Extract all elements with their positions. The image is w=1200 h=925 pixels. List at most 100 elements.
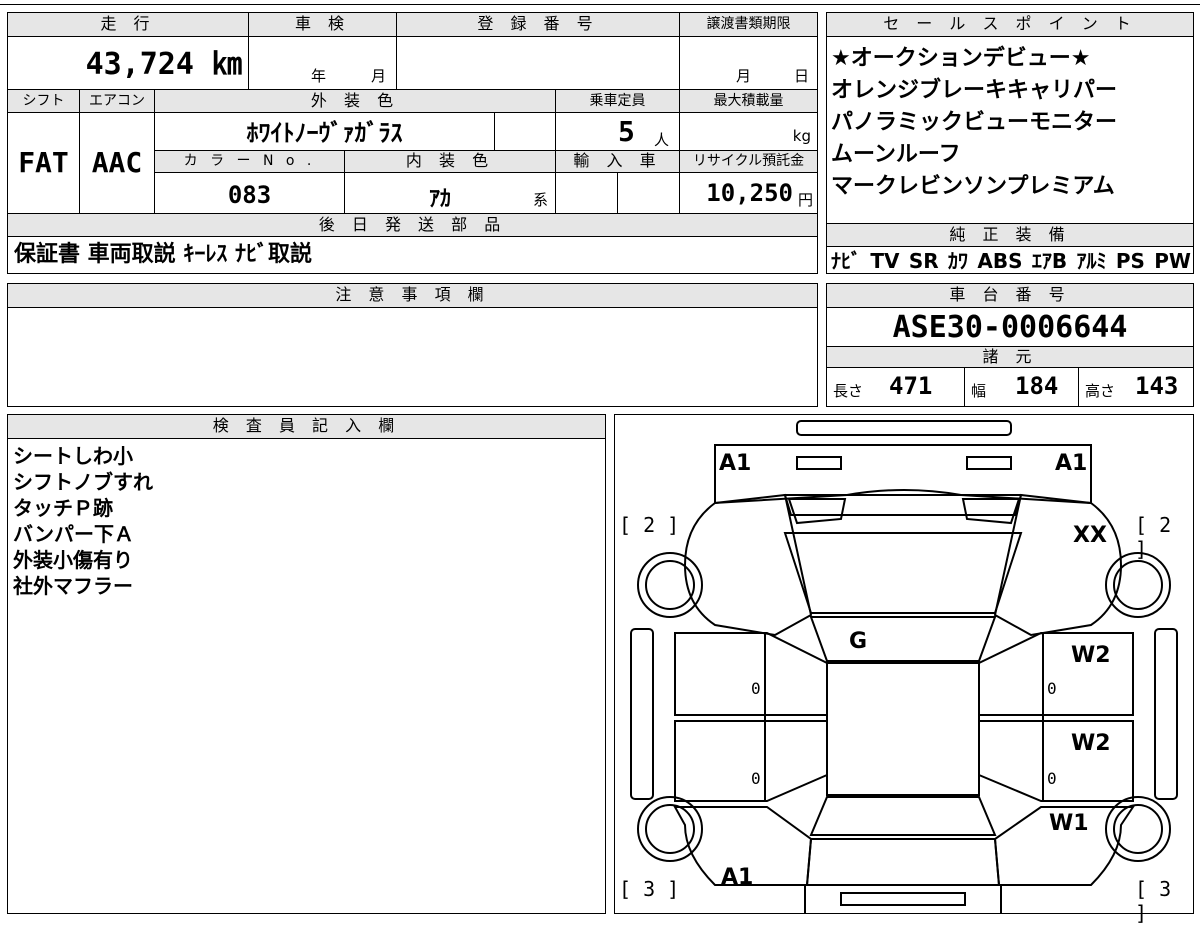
equipment-item: SR (908, 249, 939, 273)
wheel-front-left (637, 552, 703, 618)
corner-number-top-left: [ 2 ] (619, 513, 680, 537)
rear-window (809, 796, 997, 836)
inspector-label: 検 査 員 記 入 欄 (8, 415, 605, 439)
transfer-month-unit: 月 (736, 67, 752, 85)
exterior-color-extra (495, 113, 556, 151)
mark-door-right-front: W2 (1071, 643, 1111, 668)
equipment-item: TV (870, 249, 900, 273)
height-value: 143 (1135, 372, 1179, 400)
max-load-value: kg (680, 113, 817, 151)
windshield (809, 616, 997, 662)
trunk (805, 838, 1001, 886)
transfer-deadline-label: 譲渡書類期限 (680, 13, 817, 37)
exterior-color-label: 外 装 色 (155, 89, 556, 113)
right-mirror (1154, 628, 1178, 800)
equipment-list: ﾅﾋﾞ TV SR ｶﾜ ABS ｴｱB ｱﾙﾐ PS PW (831, 249, 1191, 273)
recycle-value: 10,250 円 (680, 173, 817, 213)
inspector-note: シフトノブすれ (13, 470, 153, 494)
hood-vent-left (787, 498, 847, 525)
mileage-value: 43,724 ㎞ (8, 37, 249, 89)
corner-number-bottom-right: [ 3 ] (1135, 877, 1172, 925)
equipment-item: PS (1115, 249, 1145, 273)
recycle-unit: 円 (797, 191, 813, 209)
sales-points-list: ★オークションデビュー★ オレンジブレーキキャリパー パノラミックビューモニター… (827, 43, 1193, 213)
width-value: 184 (1015, 372, 1059, 400)
interior-color-value: ｱｶ 系 (345, 173, 556, 213)
capacity-number: 5 (618, 115, 635, 148)
transfer-deadline-value: 月 日 (680, 37, 817, 89)
headlight-left (796, 456, 842, 470)
sales-point-item: ★オークションデビュー★ (831, 46, 1091, 71)
shift-value: FAT (8, 113, 80, 213)
spec-height: 高さ 143 (1079, 368, 1193, 406)
ac-label: エアコン (80, 89, 155, 113)
equipment-item: PW (1154, 249, 1191, 273)
recycle-amount: 10,250 (706, 179, 793, 207)
import-value-2 (618, 173, 680, 213)
notes-panel: 注 意 事 項 欄 (7, 283, 818, 407)
color-no-label: カ ラ ー N o . (155, 151, 345, 173)
width-label: 幅 (971, 382, 987, 400)
mark-fender-right: XX (1073, 523, 1107, 548)
equipment-item: ABS (977, 249, 1023, 273)
capacity-value: 5 人 (556, 113, 680, 151)
spec-width: 幅 184 (965, 368, 1079, 406)
sales-points-label: セ ー ル ス ポ イ ン ト (827, 13, 1193, 37)
mark-quarter-right: W1 (1049, 811, 1089, 836)
length-value: 471 (889, 372, 933, 400)
rear-bumper (804, 884, 1002, 913)
sales-points-panel: セ ー ル ス ポ イ ン ト ★オークションデビュー★ オレンジブレーキキャリ… (826, 12, 1194, 274)
corner-number-top-right: [ 2 ] (1135, 513, 1172, 561)
wheel-rear-left (637, 796, 703, 862)
top-edge-strip (0, 0, 1200, 5)
equipment-label: 純 正 装 備 (827, 223, 1193, 247)
inspector-panel: 検 査 員 記 入 欄 シートしわ小 シフトノブすれ タッチＰ跡 バンパー下Ａ … (7, 414, 606, 914)
shaken-year-unit: 年 (311, 67, 327, 85)
corner-number-bottom-left: [ 3 ] (619, 877, 680, 901)
mark-front-left: A1 (719, 451, 752, 476)
inspector-note: バンパー下Ａ (13, 522, 134, 546)
transfer-day-unit: 日 (794, 67, 810, 85)
interior-color-text: ｱｶ (429, 187, 452, 212)
color-no-value: 083 (155, 173, 345, 213)
notes-label: 注 意 事 項 欄 (8, 284, 817, 308)
sales-point-item: マークレビンソンプレミアム (831, 174, 1115, 199)
mileage-label: 走 行 (8, 13, 249, 37)
ac-value: AAC (80, 113, 155, 213)
hood (783, 532, 1023, 614)
registration-value (397, 37, 680, 89)
left-door-rear (674, 720, 828, 802)
recycle-label: リサイクル預託金 (680, 151, 817, 173)
mark-rear-left: A1 (721, 865, 754, 890)
hood-vent-right (961, 498, 1021, 525)
wheel-rear-right (1105, 796, 1171, 862)
interior-color-suffix: 系 (533, 191, 549, 209)
wheel-front-right (1105, 552, 1171, 618)
exterior-color-value: ﾎﾜｲﾄﾉｰｳﾞｧｶﾞﾗｽ (155, 113, 495, 151)
capacity-label: 乗車定員 (556, 89, 680, 113)
equipment-item: ｴｱB (1031, 249, 1068, 273)
shaken-month-unit: 月 (371, 67, 387, 85)
sales-point-item: パノラミックビューモニター (831, 110, 1118, 135)
door-zero-right-rear: 0 (1047, 769, 1057, 788)
inspector-notes: シートしわ小 シフトノブすれ タッチＰ跡 バンパー下Ａ 外装小傷有り 社外マフラ… (13, 443, 593, 643)
equipment-item: ｶﾜ (948, 249, 969, 273)
chassis-number: ASE30-0006644 (892, 310, 1128, 345)
inspector-note: タッチＰ跡 (13, 496, 113, 520)
rear-light-bar (840, 892, 966, 906)
max-load-label: 最大積載量 (680, 89, 817, 113)
later-parts-label: 後 日 発 送 部 品 (8, 213, 817, 237)
roof (826, 662, 980, 796)
later-parts-value: 保証書 車両取説 ｷｰﾚｽ ﾅﾋﾞ取説 (14, 242, 312, 267)
notes-content (14, 312, 810, 402)
door-zero-left-rear: 0 (751, 769, 761, 788)
inspector-note: 社外マフラー (13, 574, 133, 598)
inspector-note: 外装小傷有り (13, 548, 133, 572)
car-diagram-panel: A1 A1 XX G W2 W2 W1 A1 [ 2 ] [ 2 ] [ 3 ]… (614, 414, 1194, 925)
chassis-label: 車 台 番 号 (827, 284, 1193, 308)
headlight-right (966, 456, 1012, 470)
mark-roof: G (849, 629, 868, 654)
door-zero-right-front: 0 (1047, 679, 1057, 698)
length-label: 長さ (833, 382, 864, 400)
shaken-value: 年 月 (249, 37, 397, 89)
